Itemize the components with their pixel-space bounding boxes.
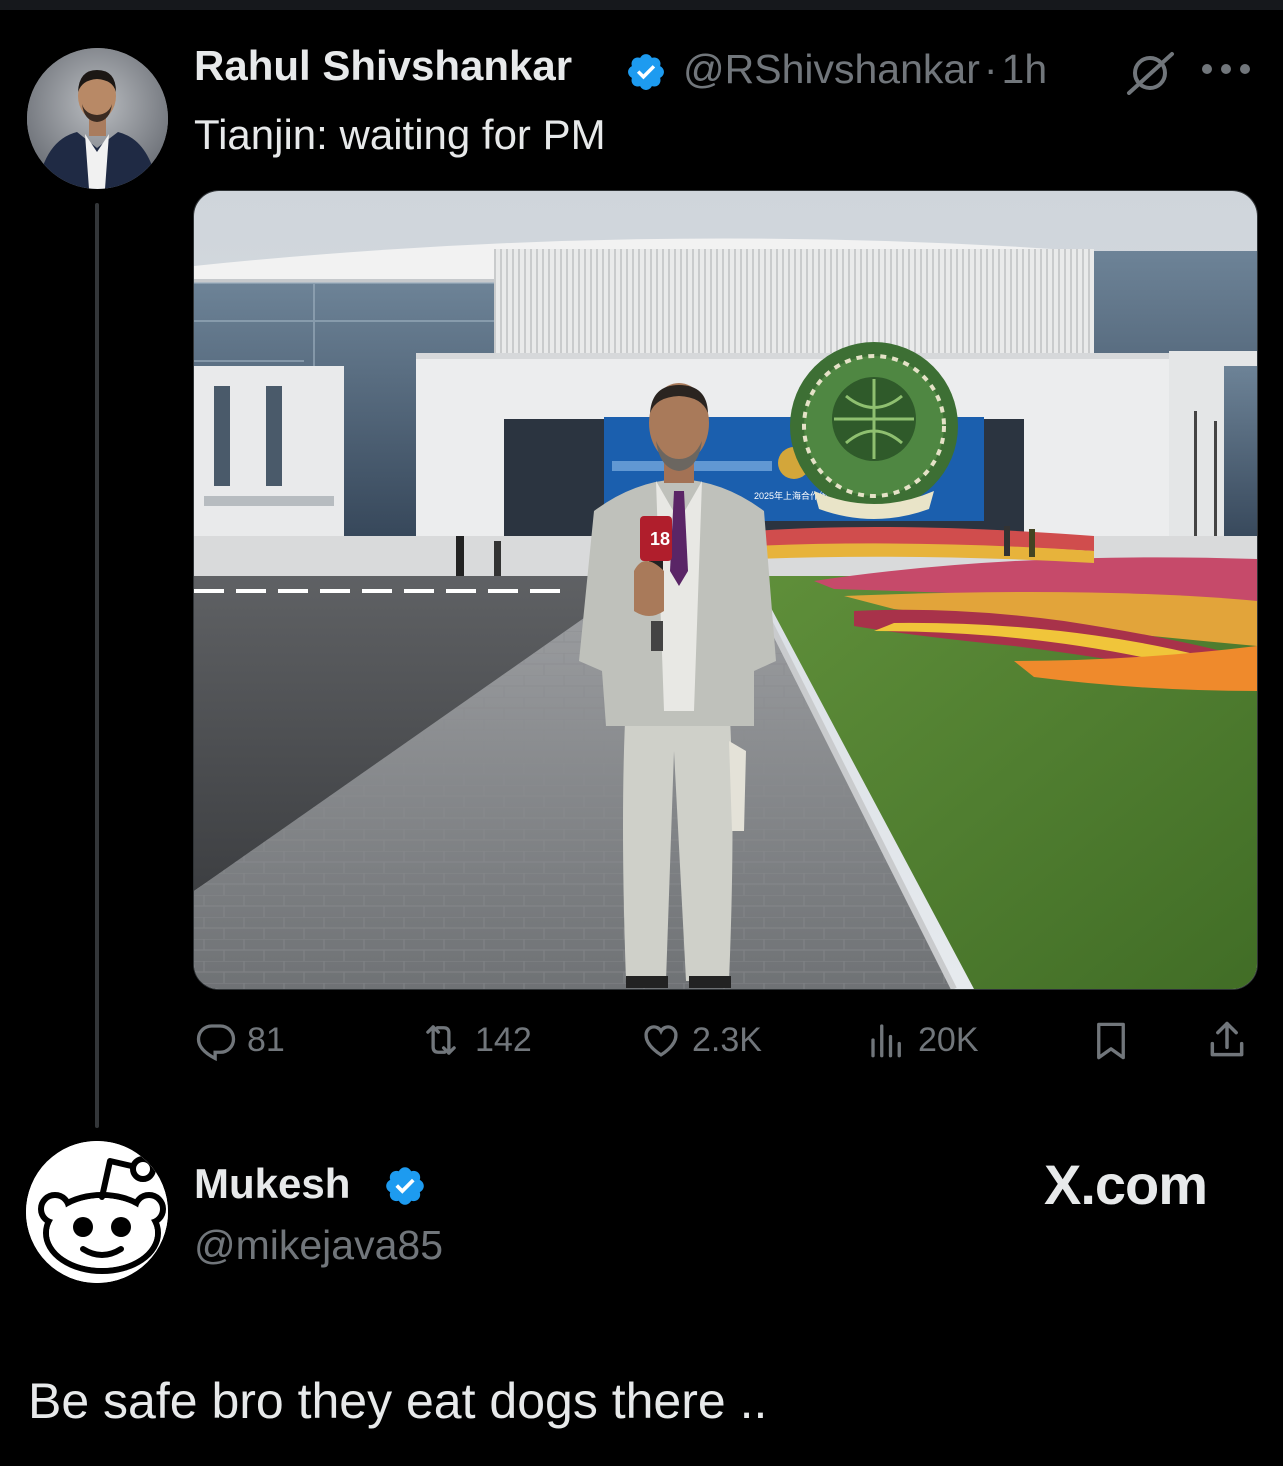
grok-icon[interactable] <box>1125 51 1175 95</box>
like-icon <box>644 1025 678 1057</box>
thread-connector-line <box>95 203 99 1128</box>
reply-icon <box>196 1024 236 1061</box>
reply-action[interactable]: 81 <box>195 1012 285 1068</box>
more-icon[interactable] <box>1200 62 1252 76</box>
author-name[interactable]: Rahul Shivshankar <box>194 42 572 90</box>
retweet-action[interactable]: 142 <box>417 1012 532 1068</box>
like-count: 2.3K <box>692 1020 762 1059</box>
bookmark-icon[interactable] <box>1090 1018 1132 1064</box>
views-count: 20K <box>918 1020 979 1059</box>
views-action[interactable]: 20K <box>866 1012 979 1068</box>
reply-verified-badge-icon <box>386 1167 424 1205</box>
mic-label: 18 <box>650 529 670 549</box>
author-handle-meta: @RShivshankar · 1h <box>683 46 1047 93</box>
author-avatar[interactable] <box>27 48 168 189</box>
verified-badge-icon <box>628 54 664 90</box>
reply-text: Be safe bro they eat dogs there .. <box>28 1373 768 1429</box>
retweet-count: 142 <box>475 1020 532 1059</box>
tweet-media-photo[interactable]: 2025年上海合作组织 18 <box>193 190 1258 990</box>
tweet-time[interactable]: 1h <box>1002 46 1048 93</box>
like-action[interactable]: 2.3K <box>640 1012 762 1068</box>
author-handle[interactable]: @RShivshankar <box>683 46 980 93</box>
share-icon[interactable] <box>1205 1018 1249 1062</box>
retweet-icon <box>426 1025 456 1055</box>
reply-count: 81 <box>247 1020 285 1059</box>
views-icon <box>871 1024 901 1058</box>
reply-author-name[interactable]: Mukesh <box>194 1160 350 1208</box>
tweet-text: Tianjin: waiting for PM <box>194 111 606 158</box>
xcom-watermark: X.com <box>1044 1153 1208 1216</box>
reply-avatar[interactable] <box>26 1141 168 1283</box>
reply-author-handle[interactable]: @mikejava85 <box>194 1222 443 1269</box>
meta-separator: · <box>983 46 998 92</box>
top-border <box>0 0 1283 10</box>
